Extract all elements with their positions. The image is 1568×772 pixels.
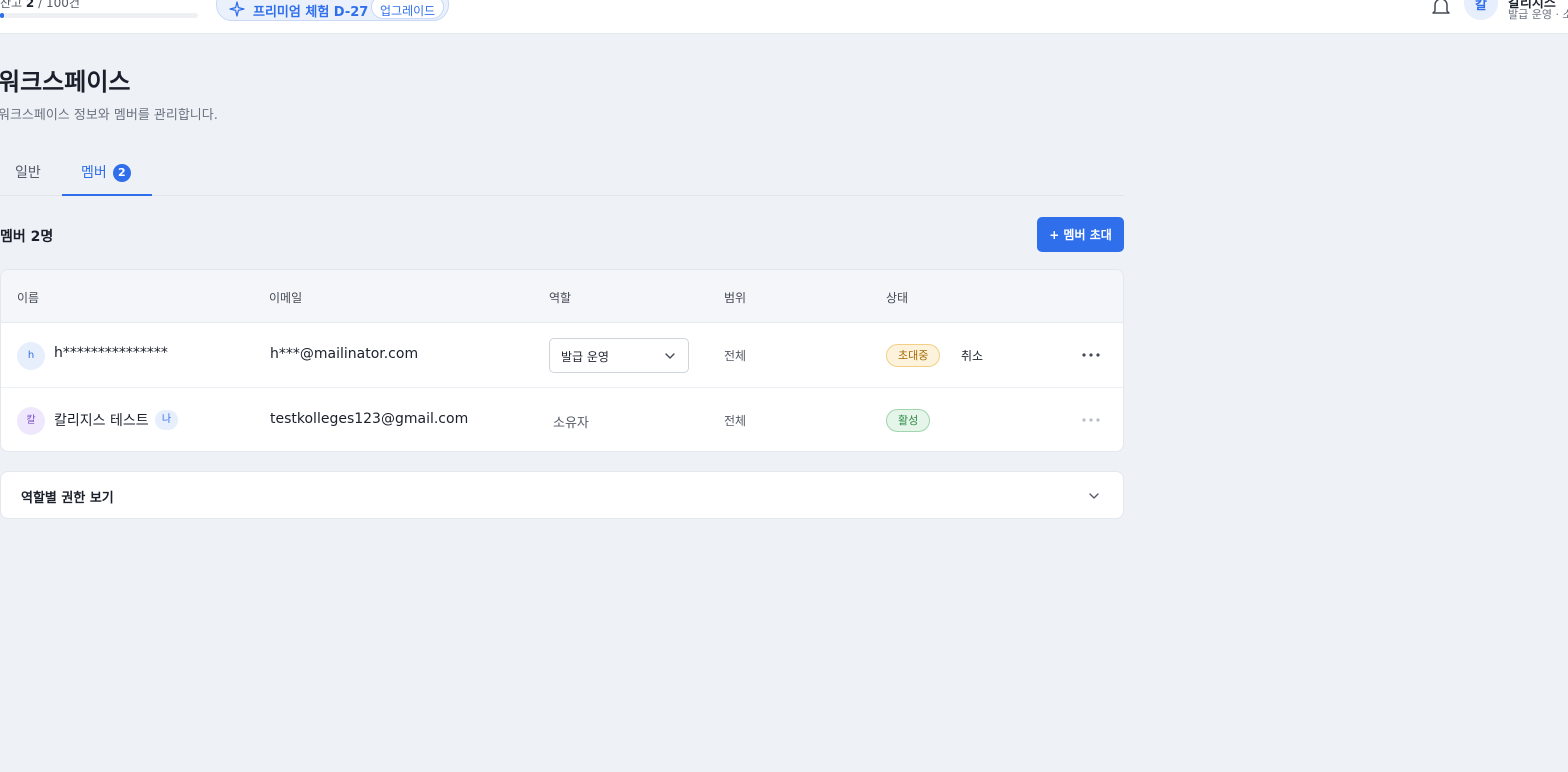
quota-progress-fill (0, 13, 4, 18)
members-count: 멤버 2명 (0, 229, 54, 245)
table-row: h h*************** h***@mailinator.com 발… (1, 323, 1123, 388)
member-email: testkolleges123@gmail.com (270, 411, 469, 427)
tab-members[interactable]: 멤버 2 (62, 150, 152, 196)
status-badge: 활성 (886, 409, 931, 432)
sparkle-icon (229, 1, 245, 17)
role-select[interactable]: 발급 운영 (549, 338, 689, 373)
member-name: h*************** (54, 345, 168, 361)
tab-bar: 일반 멤버 2 (0, 150, 1124, 196)
member-avatar: 칼 (17, 407, 45, 435)
column-header-role: 역할 (549, 291, 572, 305)
quota-progress-bar (0, 13, 198, 18)
more-horizontal-icon[interactable] (1079, 347, 1103, 363)
upgrade-button[interactable]: 업그레이드 (371, 0, 445, 19)
quota-label: 잔고 (0, 0, 23, 10)
more-horizontal-icon (1082, 418, 1100, 422)
chevron-down-icon (1089, 493, 1099, 499)
user-role: 발급 운영 · 소 (1508, 8, 1568, 21)
bell-icon[interactable] (1430, 0, 1452, 18)
tab-members-label: 멤버 (81, 165, 107, 181)
quota-total: / 100건 (38, 0, 80, 10)
column-header-status: 상태 (886, 291, 909, 305)
table-row: 칼 칼리지스 테스트 나 testkolleges123@gmail.com 소… (1, 388, 1123, 451)
tab-members-count-badge: 2 (112, 164, 131, 182)
member-scope: 전체 (724, 414, 747, 428)
role-permissions-title: 역할별 권한 보기 (21, 491, 114, 506)
quota-text: 잔고 2 / 100건 (0, 0, 80, 11)
member-email: h***@mailinator.com (270, 346, 419, 362)
table-header: 이름 이메일 역할 범위 상태 (1, 270, 1123, 323)
page-title: 워크스페이스 (0, 68, 131, 96)
user-avatar[interactable]: 칼 (1464, 0, 1498, 20)
column-header-scope: 범위 (724, 291, 747, 305)
member-role: 소유자 (553, 416, 589, 431)
role-permissions-accordion[interactable]: 역할별 권한 보기 (0, 471, 1124, 519)
column-header-email: 이메일 (269, 291, 303, 305)
invite-member-button[interactable]: + 멤버 초대 (1037, 217, 1124, 252)
top-bar: 잔고 2 / 100건 프리미엄 체험 D-27 업그레이드 칼 칼리지스 발급… (0, 0, 1568, 34)
me-badge: 나 (155, 410, 178, 430)
tab-general[interactable]: 일반 (15, 150, 41, 196)
status-badge: 초대중 (886, 344, 941, 367)
cancel-invite-button[interactable]: 취소 (961, 347, 983, 364)
member-avatar: h (17, 342, 45, 370)
chevron-down-icon (665, 353, 675, 359)
plan-label: 프리미엄 체험 D-27 (253, 5, 369, 20)
quota-used: 2 (25, 0, 35, 10)
member-scope: 전체 (724, 349, 747, 363)
column-header-name: 이름 (17, 291, 40, 305)
plan-badge[interactable]: 프리미엄 체험 D-27 업그레이드 (216, 0, 449, 21)
member-name: 칼리지스 테스트 (54, 413, 149, 429)
role-select-value: 발급 운영 (561, 350, 609, 364)
page-subtitle: 워크스페이스 정보와 멤버를 관리합니다. (0, 108, 218, 123)
members-table: 이름 이메일 역할 범위 상태 h h*************** h***@… (0, 269, 1124, 452)
